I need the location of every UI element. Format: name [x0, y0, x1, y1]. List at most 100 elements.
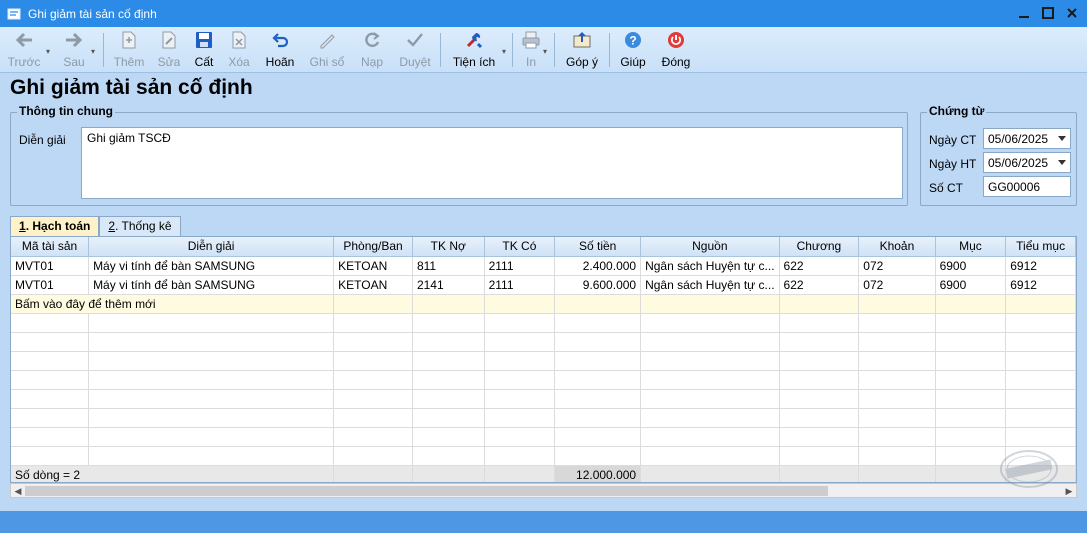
print-dropdown-icon[interactable]: ▾ [543, 47, 551, 56]
posting-date-picker[interactable]: 05/06/2025 [983, 152, 1071, 173]
table-cell[interactable] [935, 294, 1007, 314]
table-cell[interactable] [412, 294, 485, 314]
feedback-button[interactable]: Góp ý [560, 30, 604, 69]
table-cell[interactable]: 622 [779, 256, 860, 276]
column-header[interactable]: Phòng/Ban [333, 237, 413, 257]
empty-row [11, 427, 1076, 447]
column-header[interactable]: Số tiền [554, 237, 642, 257]
table-cell[interactable]: 2111 [484, 275, 556, 295]
table-cell[interactable]: 072 [858, 275, 936, 295]
table-cell[interactable]: 811 [412, 256, 485, 276]
column-header[interactable]: Mục [935, 237, 1007, 257]
help-button[interactable]: ? Giúp [611, 30, 655, 69]
close-button[interactable]: Đóng [654, 30, 698, 69]
add-button[interactable]: Thêm [107, 30, 151, 69]
table-row[interactable]: MVT01 Máy vi tính để bàn SAMSUNG KETOAN … [11, 275, 1076, 295]
window-title: Ghi giảm tài sản cố định [28, 6, 157, 21]
table-cell[interactable]: 2141 [412, 275, 485, 295]
delete-document-icon [232, 31, 246, 49]
table-cell[interactable]: 6912 [1005, 275, 1076, 295]
feedback-icon [573, 32, 591, 48]
window-close-button[interactable] [1063, 4, 1081, 22]
empty-row [11, 332, 1076, 352]
reload-button[interactable]: Nạp [350, 30, 394, 69]
undo-button[interactable]: Hoãn [258, 30, 302, 69]
table-cell[interactable]: 622 [779, 275, 860, 295]
row-count: Số dòng = 2 [11, 464, 335, 482]
tab-statistics[interactable]: 2. Thống kê [99, 216, 181, 236]
edit-document-icon [162, 31, 176, 49]
table-cell[interactable]: Ngân sách Huyện tự c... [640, 275, 780, 295]
voucher-no-field[interactable]: GG00006 [983, 176, 1071, 197]
toolbar-separator [554, 33, 555, 67]
table-cell[interactable] [858, 294, 936, 314]
toolbar-separator [440, 33, 441, 67]
undo-label: Hoãn [265, 55, 295, 69]
column-header[interactable]: Khoản [858, 237, 936, 257]
delete-label: Xóa [228, 55, 250, 69]
table-cell[interactable] [1005, 294, 1076, 314]
pencil-icon [320, 34, 335, 49]
table-cell[interactable]: 6900 [935, 256, 1007, 276]
next-button[interactable]: Sau [52, 30, 96, 69]
description-field[interactable]: Ghi giảm TSCĐ [81, 127, 903, 199]
table-row[interactable]: MVT01 Máy vi tính để bàn SAMSUNG KETOAN … [11, 256, 1076, 276]
column-header[interactable]: Diễn giải [88, 237, 335, 257]
delete-button[interactable]: Xóa [217, 30, 261, 69]
table-cell[interactable] [640, 294, 780, 314]
column-header[interactable]: Chương [779, 237, 860, 257]
general-info-legend: Thông tin chung [17, 104, 115, 118]
table-cell[interactable] [333, 294, 413, 314]
accounting-grid: Mã tài sản Diễn giải Phòng/Ban TK Nợ TK … [10, 236, 1077, 483]
maximize-icon [1042, 7, 1054, 19]
minimize-button[interactable] [1015, 4, 1033, 22]
approve-button[interactable]: Duyệt [393, 30, 437, 69]
table-cell[interactable]: KETOAN [333, 256, 413, 276]
feedback-label: Góp ý [565, 55, 598, 69]
scroll-left-icon[interactable]: ◀ [12, 485, 24, 497]
column-header[interactable]: Tiểu mục [1005, 237, 1076, 257]
utilities-button[interactable]: Tiện ích [447, 30, 501, 69]
voucher-date-picker[interactable]: 05/06/2025 [983, 128, 1071, 149]
add-new-text[interactable]: Bấm vào đây để thêm mới [11, 294, 335, 314]
table-cell[interactable]: 9.600.000 [554, 275, 642, 295]
table-cell[interactable]: 6912 [1005, 256, 1076, 276]
column-header[interactable]: Nguồn [640, 237, 780, 257]
utilities-label: Tiện ích [452, 55, 496, 69]
status-bar [0, 511, 1087, 533]
table-cell[interactable]: Máy vi tính để bàn SAMSUNG [88, 256, 335, 276]
scrollbar-thumb[interactable] [25, 486, 828, 496]
chevron-down-icon[interactable] [1058, 160, 1066, 165]
table-cell[interactable]: 2111 [484, 256, 556, 276]
table-cell[interactable]: Ngân sách Huyện tự c... [640, 256, 780, 276]
empty-row [11, 389, 1076, 409]
column-header[interactable]: TK Có [484, 237, 556, 257]
table-cell[interactable]: 6900 [935, 275, 1007, 295]
table-cell[interactable]: MVT01 [11, 275, 90, 295]
table-cell[interactable] [554, 294, 642, 314]
post-button[interactable]: Ghi sổ [305, 30, 349, 69]
table-cell[interactable]: Máy vi tính để bàn SAMSUNG [88, 275, 335, 295]
chevron-down-icon[interactable] [1058, 136, 1066, 141]
print-label: In [525, 55, 536, 69]
horizontal-scrollbar[interactable]: ◀ ▶ [10, 483, 1077, 498]
table-cell[interactable] [484, 294, 556, 314]
scroll-right-icon[interactable]: ▶ [1063, 485, 1075, 497]
add-new-row[interactable]: Bấm vào đây để thêm mới [11, 294, 1076, 314]
column-header[interactable]: TK Nợ [412, 237, 485, 257]
table-cell[interactable]: MVT01 [11, 256, 90, 276]
table-cell[interactable]: KETOAN [333, 275, 413, 295]
toolbar-separator [609, 33, 610, 67]
general-info-group: Thông tin chung Diễn giải Ghi giảm TSCĐ [10, 104, 908, 206]
table-cell[interactable] [779, 294, 860, 314]
next-dropdown-icon[interactable]: ▾ [91, 47, 99, 56]
arrow-right-icon [66, 32, 83, 48]
table-cell[interactable]: 072 [858, 256, 936, 276]
column-header[interactable]: Mã tài sản [11, 237, 90, 257]
maximize-button[interactable] [1039, 4, 1057, 22]
minimize-icon [1019, 16, 1029, 18]
tab-accounting[interactable]: 1. Hạch toán [10, 216, 100, 236]
prev-button[interactable]: Trước [2, 30, 46, 69]
table-cell[interactable]: 2.400.000 [554, 256, 642, 276]
tab-statistics-label: . Thống kê [115, 219, 172, 233]
